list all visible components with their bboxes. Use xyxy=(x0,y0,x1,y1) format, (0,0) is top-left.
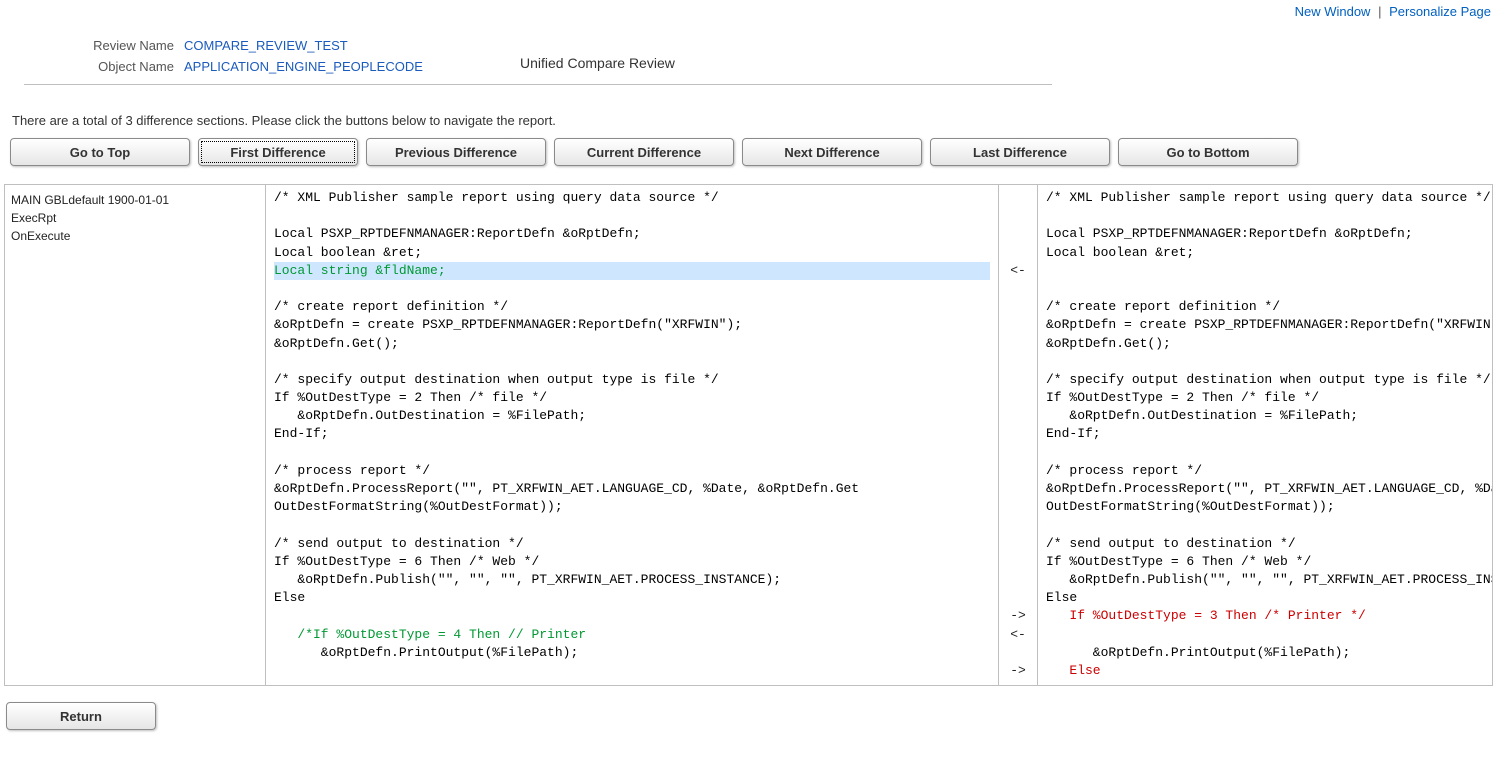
header-block: Review Name COMPARE_REVIEW_TEST Object N… xyxy=(14,38,1497,74)
last-difference-button[interactable]: Last Difference xyxy=(930,138,1110,166)
top-links: New Window | Personalize Page xyxy=(1295,4,1491,19)
personalize-page-link[interactable]: Personalize Page xyxy=(1389,4,1491,19)
go-to-top-button[interactable]: Go to Top xyxy=(10,138,190,166)
diff-added-line: /*If %OutDestType = 4 Then // Printer xyxy=(274,627,586,642)
separator: | xyxy=(1374,4,1385,19)
return-button[interactable]: Return xyxy=(6,702,156,730)
diff-added-line: Local string &fldName; xyxy=(274,262,990,280)
current-difference-button[interactable]: Current Difference xyxy=(554,138,734,166)
new-window-link[interactable]: New Window xyxy=(1295,4,1371,19)
page-title: Unified Compare Review xyxy=(520,55,675,71)
target-code-pane[interactable]: /* XML Publisher sample report using que… xyxy=(1037,185,1492,685)
review-name-label: Review Name xyxy=(14,38,184,53)
review-name-value: COMPARE_REVIEW_TEST xyxy=(184,38,348,53)
object-name-value: APPLICATION_ENGINE_PEOPLECODE xyxy=(184,59,423,74)
source-code-pane[interactable]: /* XML Publisher sample report using que… xyxy=(266,185,998,685)
diff-marker-gutter: <- -> <- -> xyxy=(998,185,1037,685)
tree-line: ExecRpt xyxy=(11,209,259,227)
tree-line: OnExecute xyxy=(11,227,259,245)
previous-difference-button[interactable]: Previous Difference xyxy=(366,138,546,166)
divider xyxy=(24,84,1052,85)
next-difference-button[interactable]: Next Difference xyxy=(742,138,922,166)
navigation-button-bar: Go to Top First Difference Previous Diff… xyxy=(10,138,1497,166)
diff-removed-line: Else xyxy=(1046,663,1101,678)
object-tree: MAIN GBLdefault 1900-01-01 ExecRpt OnExe… xyxy=(5,185,266,685)
go-to-bottom-button[interactable]: Go to Bottom xyxy=(1118,138,1298,166)
diff-removed-line: If %OutDestType = 3 Then /* Printer */ xyxy=(1046,608,1366,623)
first-difference-button[interactable]: First Difference xyxy=(198,138,358,166)
object-name-label: Object Name xyxy=(14,59,184,74)
compare-report: MAIN GBLdefault 1900-01-01 ExecRpt OnExe… xyxy=(4,184,1493,686)
tree-line: MAIN GBLdefault 1900-01-01 xyxy=(11,191,259,209)
instruction-text: There are a total of 3 difference sectio… xyxy=(12,113,1497,128)
